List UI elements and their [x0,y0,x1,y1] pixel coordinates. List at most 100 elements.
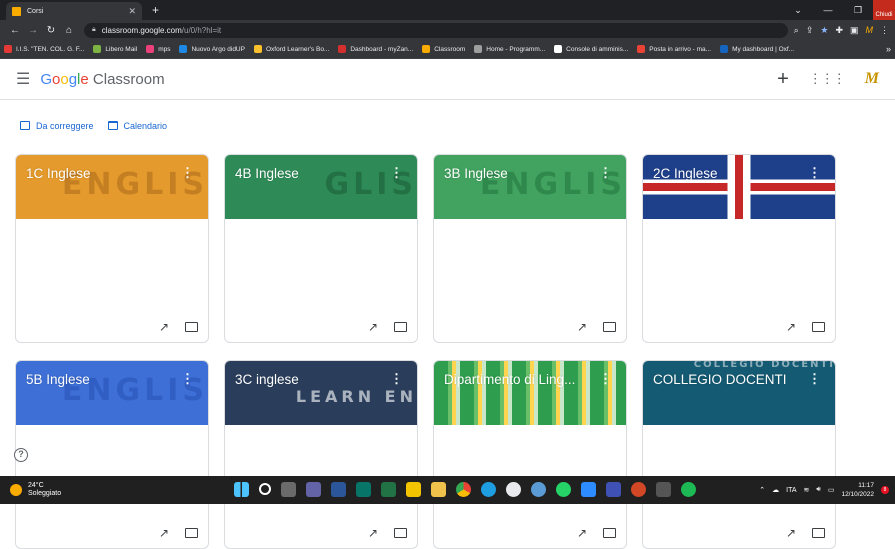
home-icon[interactable]: ⌂ [60,25,78,36]
course-card[interactable]: 2C Inglese⋮↗ [642,154,836,343]
zoom-icon[interactable]: ⌕ [794,25,799,36]
drive-folder-icon[interactable] [603,322,616,332]
drive-folder-icon[interactable] [394,528,407,538]
drive-folder-icon[interactable] [812,528,825,538]
maximize-button[interactable]: ❐ [843,0,873,20]
gradebook-trend-icon[interactable]: ↗ [368,320,378,334]
clock[interactable]: 11:17 12/10/2022 [841,481,874,499]
sticky-notes-icon[interactable] [406,482,421,497]
search-icon[interactable] [259,483,271,495]
spotify-icon[interactable] [681,482,696,497]
new-tab-button[interactable]: + [152,3,159,17]
app-icon-2[interactable] [531,482,546,497]
bookmark-item[interactable]: Home - Programm... [474,45,545,53]
classroom-logo[interactable]: Google Classroom [40,71,164,88]
side-panel-icon[interactable]: ▣ [850,25,859,36]
powerpoint-icon[interactable] [631,482,646,497]
course-title[interactable]: 3C inglese [235,372,299,387]
extensions-icon[interactable]: ✚ [835,25,843,36]
share-icon[interactable]: ⇪ [806,25,814,36]
forward-arrow-icon[interactable]: → [24,25,42,36]
windows-start-icon[interactable] [234,482,249,497]
drive-folder-icon[interactable] [812,322,825,332]
course-title[interactable]: 4B Inglese [235,166,299,181]
gradebook-trend-icon[interactable]: ↗ [159,320,169,334]
course-title[interactable]: 3B Inglese [444,166,508,181]
drive-folder-icon[interactable] [185,528,198,538]
course-options-icon[interactable]: ⋮ [808,165,821,181]
course-banner[interactable]: COLLEGIO DOCENTICOLLEGIO DOCENTI⋮ [643,361,835,425]
volume-icon[interactable]: 🔊︎ [816,486,820,494]
course-banner[interactable]: ENGLIS5B Inglese⋮ [16,361,208,425]
profile-icon[interactable]: M [866,25,874,36]
main-menu-icon[interactable]: ☰ [16,69,30,89]
edge-icon[interactable] [481,482,496,497]
bookmark-item[interactable]: mps [146,45,170,53]
help-icon[interactable]: ? [14,448,28,462]
course-options-icon[interactable]: ⋮ [390,165,403,181]
course-card[interactable]: COLLEGIO DOCENTICOLLEGIO DOCENTI⋮↗ [642,360,836,549]
course-options-icon[interactable]: ⋮ [181,165,194,181]
url-field[interactable]: 🔒︎ classroom.google.com/u/0/h?hl=it [84,23,788,38]
show-hidden-icons-icon[interactable]: ⌃ [759,486,765,494]
back-arrow-icon[interactable]: ← [6,25,24,36]
bookmark-item[interactable]: Oxford Learner's Bo... [254,45,329,53]
drive-folder-icon[interactable] [603,528,616,538]
task-view-icon[interactable] [281,482,296,497]
course-title[interactable]: COLLEGIO DOCENTI [653,372,787,387]
course-banner[interactable]: 2C Inglese ⋮ [643,155,835,219]
calendar-link[interactable]: Calendario [108,121,168,131]
to-grade-link[interactable]: Da correggere [20,121,94,131]
course-title[interactable]: 1C Inglese [26,166,91,181]
onedrive-icon[interactable]: ☁ [772,486,779,494]
whatsapp-icon[interactable] [556,482,571,497]
teams-chat-icon[interactable] [306,482,321,497]
google-apps-icon[interactable]: ⋮⋮⋮ [809,71,845,87]
excel-icon[interactable] [381,482,396,497]
course-banner[interactable]: GLIS4B Inglese⋮ [225,155,417,219]
bookmark-star-icon[interactable]: ★ [820,25,828,36]
course-card[interactable]: ENGLIS1C Inglese⋮↗ [15,154,209,343]
gradebook-trend-icon[interactable]: ↗ [786,526,796,540]
chrome-icon[interactable] [456,482,471,497]
app-icon[interactable] [506,482,521,497]
bookmark-item[interactable]: Nuovo Argo didUP [179,45,244,53]
app-icon-4[interactable] [656,482,671,497]
wifi-icon[interactable]: ≋ [804,486,810,494]
gradebook-trend-icon[interactable]: ↗ [368,526,378,540]
course-banner[interactable]: ENGLIS1C Inglese⋮ [16,155,208,219]
course-card[interactable]: LEARN EN3C inglese⋮↗ [224,360,418,549]
file-explorer-icon[interactable] [431,482,446,497]
zoom-app-icon[interactable] [581,482,596,497]
course-banner[interactable]: Dipartimento di Ling... ⋮ [434,361,626,425]
word-icon[interactable] [331,482,346,497]
browser-menu-icon[interactable]: ⋮ [880,25,889,36]
course-options-icon[interactable]: ⋮ [390,371,403,387]
drive-folder-icon[interactable] [394,322,407,332]
course-banner[interactable]: ENGLIS3B Inglese⋮ [434,155,626,219]
tab-search-icon[interactable]: ⌄ [783,0,813,20]
course-options-icon[interactable]: ⋮ [599,165,612,181]
gradebook-trend-icon[interactable]: ↗ [159,526,169,540]
notification-badge[interactable]: 8 [881,486,889,494]
create-join-class-icon[interactable]: + [777,68,789,91]
drive-folder-icon[interactable] [185,322,198,332]
app-icon-3[interactable] [606,482,621,497]
course-options-icon[interactable]: ⋮ [808,371,821,387]
course-title[interactable]: 5B Inglese [26,372,90,387]
course-options-icon[interactable]: ⋮ [181,371,194,387]
bookmark-item[interactable]: Dashboard - myZan... [338,45,413,53]
gradebook-trend-icon[interactable]: ↗ [577,526,587,540]
close-tab-icon[interactable]: ✕ [128,6,136,17]
bookmark-item[interactable]: Libero Mail [93,45,137,53]
course-card[interactable]: Dipartimento di Ling... ⋮ ↗ [433,360,627,549]
publisher-icon[interactable] [356,482,371,497]
bookmark-item[interactable]: My dashboard | Oxf... [720,45,794,53]
input-language[interactable]: ITA [786,487,796,494]
minimize-button[interactable]: — [813,0,843,20]
course-title[interactable]: Dipartimento di Ling... [444,372,575,387]
gradebook-trend-icon[interactable]: ↗ [577,320,587,334]
course-title[interactable]: 2C Inglese [653,166,718,181]
battery-icon[interactable]: ▭ [828,486,835,494]
course-options-icon[interactable]: ⋮ [599,371,612,387]
